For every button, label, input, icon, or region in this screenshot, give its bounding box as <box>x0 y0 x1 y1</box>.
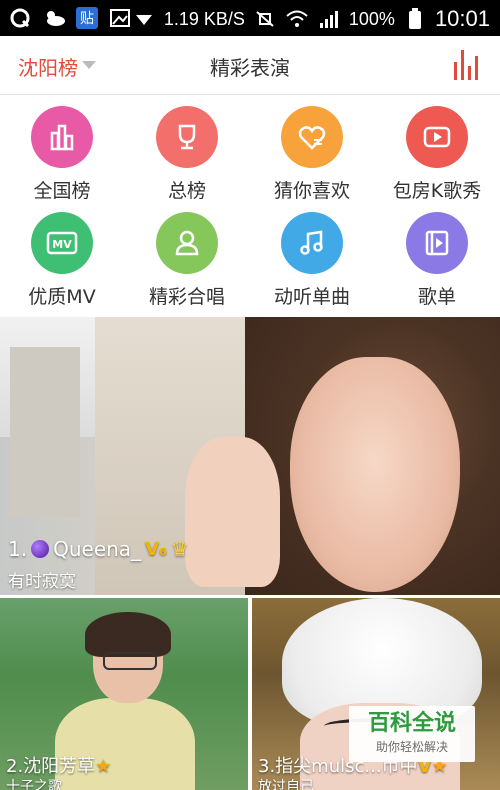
category-item[interactable]: 总榜 <box>125 96 249 202</box>
performer-nickname: Queena_ <box>53 537 142 561</box>
category-label: 歌单 <box>417 286 456 308</box>
category-item[interactable]: 全国榜 <box>0 96 124 202</box>
app-header: 沈阳榜 精彩表演 <box>0 36 500 95</box>
play-tv-icon <box>406 106 468 168</box>
performance-card[interactable]: 2.沈阳芳草★ 十子之歌 <box>0 598 248 790</box>
mv-icon: MV <box>31 212 93 274</box>
watermark-logo: 百科全说 助你轻松解决 <box>349 706 475 762</box>
crown-icon: ♛ <box>170 537 189 561</box>
category-label: 精彩合唱 <box>148 286 225 308</box>
chart-bars-icon <box>31 106 93 168</box>
equalizer-icon[interactable] <box>452 50 482 80</box>
tie-badge: 贴 <box>76 7 98 29</box>
category-item[interactable]: 动听单曲 <box>250 202 374 308</box>
category-label: 全国榜 <box>33 180 91 202</box>
category-label: 动听单曲 <box>273 286 350 308</box>
star-icon: ★ <box>95 756 112 777</box>
battery-percent: 100% <box>348 8 395 29</box>
mute-icon <box>253 7 277 31</box>
status-bar: 贴 1.19 KB/S 100% 10:01 <box>0 0 500 36</box>
level-badge-icon <box>31 540 50 558</box>
performer-name: 2.沈阳芳草★ <box>6 756 112 777</box>
category-item[interactable]: MV 优质MV <box>0 202 124 308</box>
signal-icon <box>317 7 341 31</box>
category-label: 包房K歌秀 <box>392 180 482 202</box>
wifi-icon <box>285 7 309 31</box>
category-grid: 全国榜 总榜 猜你喜欢 包房K歌秀 MV 优质MV 精彩合唱 动听单曲 歌单 <box>0 96 500 316</box>
image-icon <box>108 6 132 30</box>
category-item[interactable]: 精彩合唱 <box>125 202 249 308</box>
duet-icon <box>156 212 218 274</box>
page-title: 精彩表演 <box>210 56 290 80</box>
category-label: 猜你喜欢 <box>273 180 350 202</box>
wifi-download-icon <box>132 7 156 31</box>
performer-name: 1. Queena_ V₆ ♛ <box>8 537 189 561</box>
category-label: 总榜 <box>167 180 206 202</box>
music-note-icon <box>281 212 343 274</box>
battery-icon <box>403 7 427 31</box>
heart-list-icon <box>281 106 343 168</box>
network-speed: 1.19 KB/S <box>163 8 245 29</box>
svg-text:MV: MV <box>52 238 72 251</box>
category-label: 优质MV <box>28 286 96 308</box>
circle-q-icon <box>8 6 32 30</box>
rank-number: 1. <box>8 537 28 561</box>
song-title: 有时寂寞 <box>8 572 76 592</box>
song-title: 十子之歌 <box>6 779 62 790</box>
vip-badge-icon: V₆ <box>145 538 167 560</box>
category-item[interactable]: 包房K歌秀 <box>375 96 499 202</box>
weather-icon <box>42 6 66 30</box>
song-title: 放过自己 <box>258 779 314 790</box>
category-item[interactable]: 歌单 <box>375 202 499 308</box>
playlist-icon <box>406 212 468 274</box>
featured-performance[interactable]: 1. Queena_ V₆ ♛ 有时寂寞 <box>0 317 500 595</box>
category-item[interactable]: 猜你喜欢 <box>250 96 374 202</box>
clock: 10:01 <box>434 6 490 31</box>
trophy-icon <box>156 106 218 168</box>
